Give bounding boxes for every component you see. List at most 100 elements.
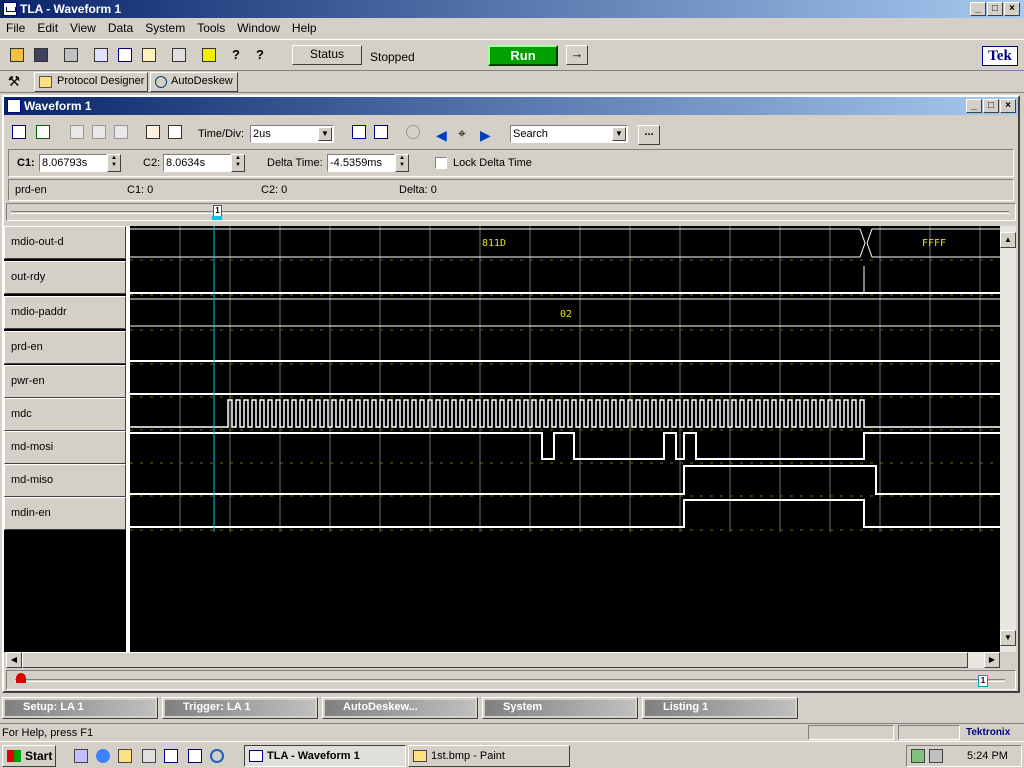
open-button[interactable] (6, 44, 28, 66)
signal-label-md-miso[interactable]: md-miso (4, 464, 126, 497)
minimized-system[interactable]: System (482, 697, 638, 719)
cut-button[interactable] (66, 121, 88, 143)
setup-button[interactable] (90, 44, 112, 66)
cut-icon (70, 125, 84, 139)
waveform-quick-launch-icon[interactable] (188, 749, 202, 763)
delta-time-input[interactable]: -4.5359ms (327, 154, 395, 172)
edit-button[interactable] (198, 44, 220, 66)
hscroll-thumb[interactable] (22, 652, 968, 668)
zoom-out-button[interactable] (370, 121, 392, 143)
search-dropdown-icon[interactable]: ▼ (612, 127, 626, 141)
media-player-icon[interactable] (210, 749, 224, 763)
child-maximize-button[interactable]: □ (983, 99, 999, 113)
timediv-dropdown-icon[interactable]: ▼ (318, 127, 332, 141)
lock-delta-checkbox[interactable] (435, 157, 447, 169)
add-signal-button[interactable] (8, 121, 30, 143)
signal-label-pwr-en[interactable]: pwr-en (4, 365, 126, 398)
network-icon[interactable] (911, 749, 925, 763)
scroll-left-icon[interactable]: ◀ (6, 652, 22, 668)
maximize-button[interactable]: □ (987, 2, 1003, 16)
protocol-designer-button[interactable]: Protocol Designer (34, 72, 148, 92)
c1-spinner[interactable]: ▲ ▼ (107, 154, 121, 172)
time-overview-strip[interactable]: 1 (6, 670, 1016, 690)
add-bus-button[interactable] (32, 121, 54, 143)
signal-label-out-rdy[interactable]: out-rdy (4, 261, 126, 294)
properties-button[interactable] (164, 121, 186, 143)
minimize-button[interactable]: _ (970, 2, 986, 16)
tla-quick-launch-icon[interactable] (164, 749, 178, 763)
magnifier-button[interactable] (402, 121, 424, 143)
print-button[interactable] (60, 44, 82, 66)
menu-window[interactable]: Window (231, 18, 286, 35)
c2-spinner[interactable]: ▲ ▼ (231, 154, 245, 172)
bus-value-ffff: FFFF (922, 238, 946, 249)
search-options-button[interactable]: ... (638, 125, 660, 145)
signal-label-md-mosi[interactable]: md-mosi (4, 431, 126, 464)
cursor1-overview-marker[interactable]: 1 (978, 675, 988, 687)
start-button[interactable]: Start (2, 745, 56, 767)
c2-input[interactable]: 8.0634s (163, 154, 231, 172)
search-value: Search (513, 128, 548, 140)
binoculars-icon[interactable]: ⌖ (458, 125, 466, 142)
child-close-button[interactable]: × (1000, 99, 1016, 113)
network-disconnected-icon[interactable] (929, 749, 943, 763)
acquisition-state: Stopped (370, 50, 415, 64)
waveform-display[interactable]: 811D FFFF 02 (130, 226, 1000, 652)
close-button[interactable]: × (1004, 2, 1020, 16)
explorer-icon[interactable] (118, 749, 132, 763)
scroll-right-icon[interactable]: ▶ (984, 652, 1000, 668)
menu-help[interactable]: Help (286, 18, 323, 35)
help-button[interactable]: ? (252, 44, 274, 66)
minimized-listing[interactable]: Listing 1 (642, 697, 798, 719)
menu-tools[interactable]: Tools (191, 18, 231, 35)
autodeskew-button[interactable]: AutoDeskew (150, 72, 238, 92)
horizontal-scrollbar[interactable]: ◀ ▶ (6, 652, 1000, 668)
scroll-up-icon[interactable]: ▲ (1000, 232, 1016, 248)
task-tla-waveform[interactable]: TLA - Waveform 1 (244, 745, 406, 767)
status-button[interactable]: Status (292, 45, 362, 65)
save-button[interactable] (30, 44, 52, 66)
trigger-button[interactable] (168, 44, 190, 66)
menu-system[interactable]: System (139, 18, 191, 35)
signal-label-prd-en[interactable]: prd-en (4, 331, 126, 364)
vertical-scrollbar[interactable]: ▲ ▼ (1000, 226, 1016, 652)
context-help-button[interactable]: ? (228, 44, 250, 66)
minimized-trigger[interactable]: Trigger: LA 1 (162, 697, 318, 719)
run-button[interactable]: Run (488, 45, 558, 66)
signal-label-mdin-en[interactable]: mdin-en (4, 497, 126, 530)
signal-label-mdc[interactable]: mdc (4, 398, 126, 431)
internet-explorer-icon[interactable] (96, 749, 110, 763)
trace-out-rdy (130, 266, 1000, 294)
system-button[interactable] (138, 44, 160, 66)
zoom-in-button[interactable] (348, 121, 370, 143)
status-pane-1 (808, 725, 894, 740)
minimized-setup[interactable]: Setup: LA 1 (2, 697, 158, 719)
signal-label-mdio-out-d[interactable]: mdio-out-d (4, 226, 126, 259)
timediv-select[interactable]: 2us ▼ (250, 125, 334, 143)
trigger-icon (172, 48, 186, 62)
child-minimize-button[interactable]: _ (966, 99, 982, 113)
new-window-button[interactable] (114, 44, 136, 66)
c1-input[interactable]: 8.06793s (39, 154, 107, 172)
signal-label-mdio-paddr[interactable]: mdio-paddr (4, 296, 126, 329)
delta-time-spinner[interactable]: ▲ ▼ (395, 154, 409, 172)
task-paint[interactable]: 1st.bmp - Paint (408, 745, 570, 767)
search-next-icon[interactable]: ▶ (480, 127, 491, 144)
menu-data[interactable]: Data (102, 18, 139, 35)
quick-launch-icon[interactable] (142, 749, 156, 763)
search-prev-icon[interactable]: ◀ (436, 127, 447, 144)
minimized-autodeskew[interactable]: AutoDeskew... (322, 697, 478, 719)
menu-edit[interactable]: Edit (31, 18, 64, 35)
menu-file[interactable]: File (0, 18, 31, 35)
task-tla-icon (249, 750, 263, 762)
search-select[interactable]: Search ▼ (510, 125, 628, 143)
overview-bar[interactable]: 1 (6, 203, 1016, 221)
show-desktop-icon[interactable] (74, 749, 88, 763)
menu-view[interactable]: View (64, 18, 102, 35)
next-arrow-button[interactable]: → (566, 45, 588, 65)
tool-pick-icon[interactable]: ⚒ (4, 73, 24, 91)
paste-button[interactable] (110, 121, 132, 143)
copy-button[interactable] (88, 121, 110, 143)
scroll-down-icon[interactable]: ▼ (1000, 630, 1016, 646)
goto-button[interactable] (142, 121, 164, 143)
